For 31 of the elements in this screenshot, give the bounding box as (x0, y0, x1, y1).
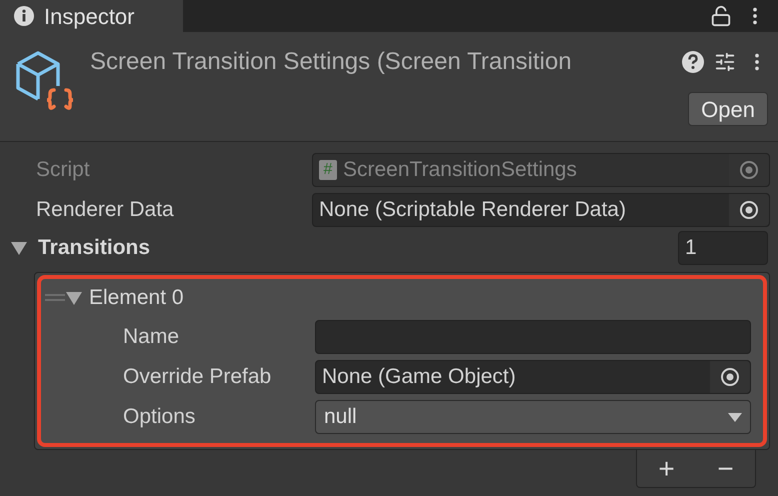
field-label: Renderer Data (36, 197, 175, 224)
field-label: Script (36, 157, 91, 184)
drag-handle-icon[interactable] (45, 294, 65, 302)
object-field[interactable]: None (Game Object) (315, 360, 751, 394)
add-button[interactable]: + (658, 454, 675, 482)
object-picker-icon[interactable] (739, 200, 759, 220)
inspector-tab[interactable]: Inspector (0, 0, 183, 32)
text-field[interactable] (315, 320, 751, 354)
presets-icon[interactable] (714, 51, 736, 73)
script-mark: # (319, 160, 337, 180)
field-label: Name (123, 324, 180, 350)
field-value: ScreenTransitionSettings (343, 157, 578, 184)
lock-icon[interactable] (710, 5, 732, 27)
caret-icon (728, 412, 742, 422)
object-picker-icon[interactable] (720, 367, 740, 387)
field-value: None (Scriptable Renderer Data) (319, 197, 627, 224)
help-icon[interactable] (682, 51, 704, 73)
open-button[interactable]: Open (688, 92, 768, 126)
foldout-arrow-icon[interactable] (65, 290, 83, 306)
size-field[interactable]: 1 (678, 231, 768, 265)
element-label: Element 0 (89, 285, 184, 312)
info-icon (14, 6, 34, 26)
field-label: Options (123, 404, 196, 430)
foldout-arrow-icon[interactable] (10, 240, 28, 256)
field-value: None (Game Object) (322, 364, 517, 390)
object-field[interactable]: None (Scriptable Renderer Data) (312, 193, 770, 227)
inspector-title: Screen Transition Settings (Screen Transition (90, 47, 573, 77)
remove-button[interactable]: − (717, 454, 734, 482)
dropdown[interactable]: null (315, 400, 751, 434)
field-label: Override Prefab (123, 364, 272, 390)
section-label: Transitions (38, 235, 152, 262)
